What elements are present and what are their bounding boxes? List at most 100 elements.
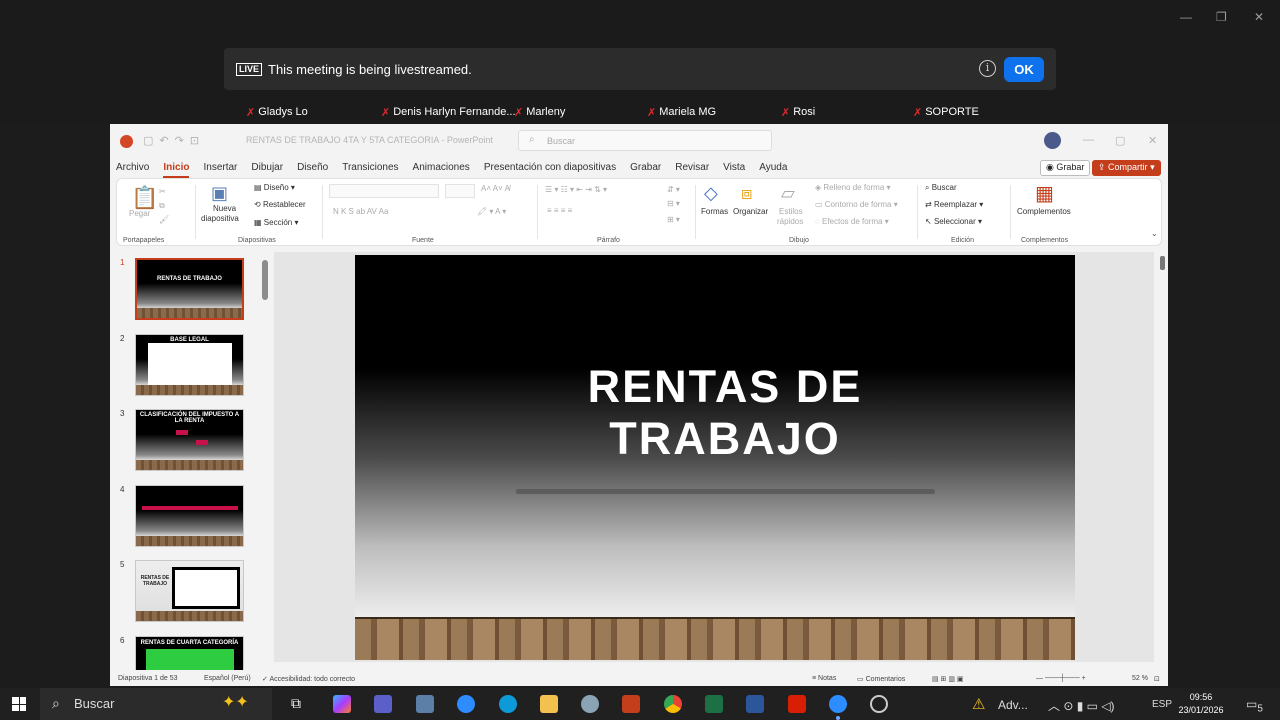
slide-thumbnail[interactable]: CLASIFICACIÓN DEL IMPUESTO A LA RENTA [135,409,244,471]
weather-text[interactable]: Adv... [998,698,1028,712]
paste-icon[interactable]: 📋 [131,185,158,211]
ribbon-collapse-icon[interactable]: ⌄ [1151,229,1158,238]
slide-thumbnail[interactable] [135,485,244,547]
shapes-icon[interactable]: ◇ [704,183,718,204]
cut-icon[interactable]: ✂ [159,187,166,196]
tab-presentacion[interactable]: Presentación con diapositivas [484,158,616,178]
find-button[interactable]: ⌕ Buscar [925,183,957,193]
font-family-select[interactable] [329,184,439,198]
align-buttons[interactable]: ≡ ≡ ≡ ≡ [547,206,572,215]
accessibility-status[interactable]: ✓ Accesibilidad: todo correcto [262,675,355,683]
tab-insertar[interactable]: Insertar [203,158,237,178]
calculator-icon[interactable] [416,695,434,713]
quick-styles-icon[interactable]: ▱ [781,183,795,204]
font-size-select[interactable] [445,184,475,198]
layout-button[interactable]: ▤ Diseño ▾ [254,183,295,192]
zoom-active-icon[interactable] [829,695,847,713]
shapes-button[interactable]: Formas [701,207,728,216]
slide-title[interactable]: RENTAS DE TRABAJO [355,361,1075,465]
arrange-icon[interactable]: ⧈ [741,183,752,204]
select-button[interactable]: ↖ Seleccionar ▾ [925,217,982,226]
participant-tile[interactable]: ✗ Marleny [514,104,565,120]
smartart-icon[interactable]: ⊞ ▾ [667,215,680,224]
addins-button[interactable]: Complementos [1017,207,1071,216]
tab-ayuda[interactable]: Ayuda [759,158,787,178]
notes-button[interactable]: ≡ Notas [812,675,836,682]
avatar[interactable] [1044,132,1061,149]
paste-button[interactable]: Pegar [129,209,150,218]
section-button[interactable]: ▦ Sección ▾ [254,218,299,227]
file-explorer-icon[interactable] [540,695,558,713]
text-direction-icon[interactable]: ⇵ ▾ [667,185,680,194]
chrome-icon[interactable] [664,695,682,713]
tab-diseno[interactable]: Diseño [297,158,328,178]
task-view-icon[interactable]: ⧉ [291,695,309,713]
current-slide[interactable]: RENTAS DE TRABAJO ➤ [355,255,1075,660]
list-buttons[interactable]: ☰ ▾ ☷ ▾ ⇤ ⇥ ⇅ ▾ [545,185,607,194]
excel-icon[interactable] [705,695,723,713]
quick-access-toolbar[interactable]: ▢↶↷⊡ [143,134,205,147]
slide-thumbnail[interactable]: BASE LEGAL [135,334,244,396]
slide-thumbnail[interactable]: RENTAS DE CUARTA CATEGORÍA [135,636,244,672]
slide-thumbnail[interactable]: RENTAS DE TRABAJO [135,258,244,320]
canvas-scrollbar[interactable] [1160,256,1165,270]
font-color-buttons[interactable]: 🖍 ▾ A ▾ [477,207,506,216]
shape-outline-button[interactable]: ▭ Contorno de forma ▾ [815,200,898,209]
compartir-button[interactable]: ⇪ Compartir ▾ [1092,160,1161,176]
tab-dibujar[interactable]: Dibujar [251,158,283,178]
shape-effects-button[interactable]: ◌ Efectos de forma ▾ [815,217,889,226]
participant-tile[interactable]: ✗ Rosi [781,104,815,120]
tab-revisar[interactable]: Revisar [675,158,709,178]
warning-icon[interactable]: ⚠ [972,695,985,713]
zoom-slider[interactable]: — ───┼─── + [1036,675,1086,682]
acrobat-icon[interactable] [788,695,806,713]
copilot-icon[interactable] [333,695,351,713]
notification-icon[interactable]: ▭5 [1246,697,1263,714]
tab-vista[interactable]: Vista [723,158,745,178]
tab-grabar[interactable]: Grabar [630,158,661,178]
replace-button[interactable]: ⇄ Reemplazar ▾ [925,200,983,209]
zoom-app-icon[interactable] [457,695,475,713]
powerpoint-taskbar-icon[interactable] [622,695,640,713]
maximize-icon[interactable]: ❐ [1216,10,1227,24]
maximize-icon[interactable]: ▢ [1115,134,1125,147]
align-text-icon[interactable]: ⊟ ▾ [667,199,680,208]
edge-icon[interactable] [499,695,517,713]
grabar-button[interactable]: ◉ Grabar [1040,160,1091,176]
participant-tile[interactable]: ✗ Gladys Lo [246,104,308,120]
app-icon[interactable] [581,695,599,713]
fit-slide-icon[interactable]: ⊡ [1154,675,1160,683]
zoom-level[interactable]: 52 % [1132,675,1148,682]
new-slide-button[interactable]: Nueva [213,204,236,213]
font-format-buttons[interactable]: N K S ab AV Aa [333,207,388,216]
clock[interactable]: 09:56 23/01/2026 [1166,691,1236,717]
teams-icon[interactable] [374,695,392,713]
quick-styles-button[interactable]: Estilos [779,207,803,216]
taskbar-search-input[interactable]: ⌕ Buscar ✦✦ [40,688,272,720]
tab-animaciones[interactable]: Animaciones [413,158,470,178]
close-icon[interactable]: ✕ [1148,134,1157,147]
language-status[interactable]: Español (Perú) [204,675,251,682]
slide-thumbnail[interactable]: RENTAS DE TRABAJO [135,560,244,622]
minimize-icon[interactable]: — [1083,134,1094,146]
view-buttons[interactable]: ▤ ⊞ ▥ ▣ [932,675,964,683]
participant-tile[interactable]: ✗ Mariela MG [647,104,716,120]
tab-archivo[interactable]: Archivo [116,158,149,178]
ok-button[interactable]: OK [1004,57,1044,82]
arrange-button[interactable]: Organizar [733,207,768,216]
thumbnail-scrollbar[interactable] [262,260,268,300]
addins-icon[interactable]: ▦ [1035,181,1054,206]
search-input[interactable]: ⌕ Buscar [518,130,772,151]
windows-start-icon[interactable] [12,697,26,711]
participant-tile[interactable]: ✗ SOPORTE [913,104,979,120]
minimize-icon[interactable]: — [1180,10,1192,24]
tray-icons[interactable]: ︿ ⊙ ▮ ▭ ◁) [1048,697,1115,714]
tab-transiciones[interactable]: Transiciones [342,158,398,178]
slide-thumbnails-pane[interactable]: 1 RENTAS DE TRABAJO 2 BASE LEGAL 3 CLASI… [116,252,266,672]
font-size-controls[interactable]: A˄ A˅ A̸ [481,184,510,193]
new-slide-icon[interactable]: ▣ [211,183,228,204]
word-icon[interactable] [746,695,764,713]
comments-button[interactable]: ▭ Comentarios [857,675,905,683]
close-icon[interactable]: ✕ [1254,10,1264,24]
info-icon[interactable]: i [979,60,996,77]
